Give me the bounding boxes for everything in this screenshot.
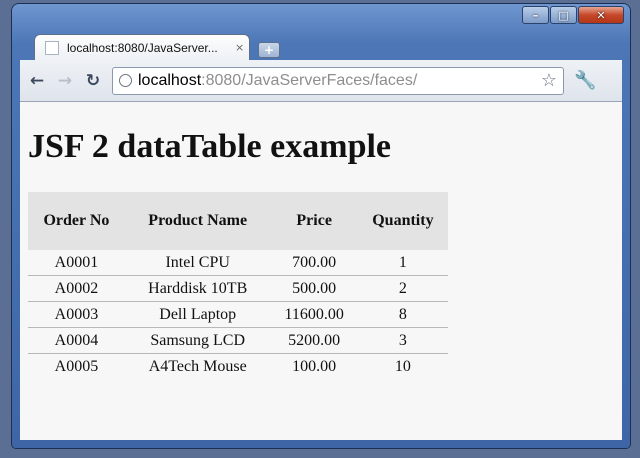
table-row: A0001 Intel CPU 700.00 1 <box>28 250 448 276</box>
cell-order-no: A0003 <box>28 301 125 328</box>
cell-price: 700.00 <box>270 250 358 276</box>
column-header-product-name: Product Name <box>124 192 271 250</box>
orders-table: Order No Product Name Price Quantity A00… <box>28 192 448 379</box>
browser-tab[interactable]: localhost:8080/JavaServer... × <box>34 34 250 60</box>
cell-price: 500.00 <box>270 275 358 302</box>
tab-title: localhost:8080/JavaServer... <box>67 40 218 55</box>
tab-close-icon[interactable]: × <box>235 41 244 54</box>
star-icon[interactable]: ☆ <box>541 70 557 91</box>
url-text[interactable]: localhost:8080/JavaServerFaces/faces/ <box>138 72 417 90</box>
cell-product-name: Intel CPU <box>124 250 271 276</box>
url-path: :8080/JavaServerFaces/faces/ <box>201 71 418 89</box>
cell-quantity: 1 <box>357 250 448 276</box>
maximize-button[interactable]: □ <box>550 6 577 24</box>
cell-price: 100.00 <box>292 357 337 375</box>
url-host: localhost <box>138 71 202 89</box>
cell-order-no: A0002 <box>28 275 125 302</box>
forward-arrow-icon[interactable]: → <box>54 70 76 92</box>
cell-product-name: Dell Laptop <box>124 301 271 328</box>
table-row: A0005 A4Tech Mouse 100.00 10 <box>28 354 448 380</box>
cell-order-no: A0004 <box>28 327 125 354</box>
column-header-order-no: Order No <box>28 192 125 250</box>
window-controls: – □ ✕ <box>521 6 624 24</box>
reload-icon[interactable]: ↻ <box>82 70 104 92</box>
cell-product-name: Samsung LCD <box>124 327 271 354</box>
browser-toolbar: ← → ↻ localhost:8080/JavaServerFaces/fac… <box>20 60 622 102</box>
back-arrow-icon[interactable]: ← <box>26 70 48 92</box>
new-tab-button[interactable]: + <box>258 42 280 58</box>
cell-price: 5200.00 <box>270 327 358 354</box>
column-header-price: Price <box>270 192 358 250</box>
browser-window: – □ ✕ localhost:8080/JavaServer... × + ←… <box>12 4 630 448</box>
page-content: JSF 2 dataTable example Order No Product… <box>20 102 622 440</box>
table-row: A0002 Harddisk 10TB 500.00 2 <box>28 275 448 302</box>
close-window-button[interactable]: ✕ <box>578 6 624 24</box>
globe-icon <box>119 74 132 87</box>
cell-quantity: 2 <box>357 275 448 302</box>
minimize-button[interactable]: – <box>522 6 549 24</box>
wrench-icon[interactable]: 🔧 <box>574 70 596 91</box>
table-row: A0004 Samsung LCD 5200.00 3 <box>28 327 448 354</box>
page-favicon-icon <box>45 40 59 55</box>
page-title: JSF 2 dataTable example <box>28 128 392 165</box>
cell-quantity: 10 <box>394 357 411 375</box>
column-header-quantity: Quantity <box>357 192 448 250</box>
cell-product-name: Harddisk 10TB <box>124 275 271 302</box>
cell-quantity: 3 <box>357 327 448 354</box>
address-bar[interactable]: localhost:8080/JavaServerFaces/faces/ ☆ <box>112 66 564 95</box>
cell-order-no: A0001 <box>28 250 125 276</box>
cell-price: 11600.00 <box>270 301 358 328</box>
table-row: A0003 Dell Laptop 11600.00 8 <box>28 301 448 328</box>
table-header-row: Order No Product Name Price Quantity <box>28 192 448 250</box>
cell-product-name: A4Tech Mouse <box>148 357 247 375</box>
cell-order-no: A0005 <box>54 357 99 375</box>
cell-quantity: 8 <box>357 301 448 328</box>
